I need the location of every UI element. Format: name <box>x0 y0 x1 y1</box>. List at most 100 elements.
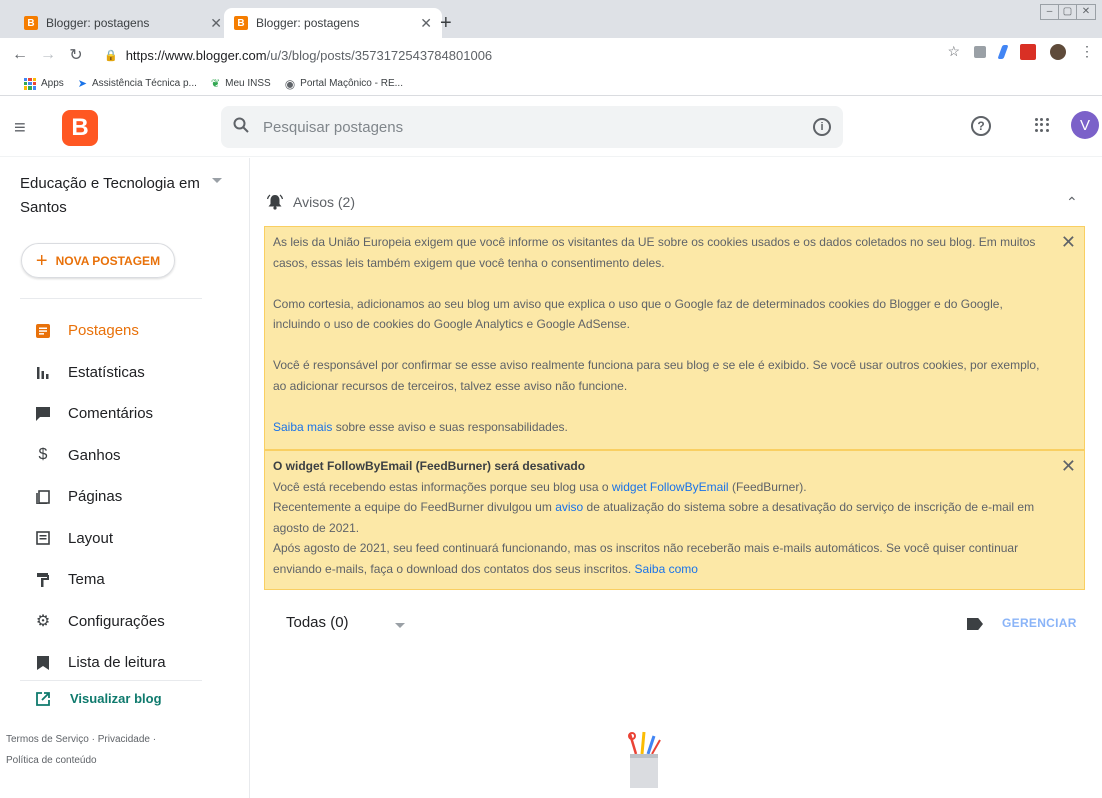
post-filter-dropdown[interactable]: Todas (0) <box>286 614 349 631</box>
bookmark-icon <box>36 655 50 670</box>
content-policy-link[interactable]: Política de conteúdo <box>6 755 97 766</box>
browser-toolbar: ← → ↻ 🔒 https://www.blogger.com/u/3/blog… <box>0 38 1102 72</box>
chevron-up-icon[interactable]: ⌃ <box>1066 194 1078 211</box>
close-icon[interactable]: ✕ <box>1061 457 1076 475</box>
sidebar-item-label: Postagens <box>68 322 139 340</box>
sidebar-item-tema[interactable]: Tema <box>0 559 250 601</box>
aviso-link[interactable]: aviso <box>555 500 583 514</box>
bookmark-item[interactable]: ◉ Portal Maçônico - RE... <box>285 77 403 91</box>
new-post-label: NOVA POSTAGEM <box>55 253 161 268</box>
avatar[interactable]: V <box>1071 111 1099 139</box>
blogger-favicon-icon: B <box>234 16 248 30</box>
bookmarks-bar: Apps ➤ Assistência Técnica p... ❦ Meu IN… <box>0 72 1102 96</box>
hamburger-menu-icon[interactable]: ≡ <box>14 117 26 140</box>
dollar-icon: $ <box>38 446 48 464</box>
pdf-extension-icon[interactable] <box>1020 43 1036 60</box>
sidebar-item-label: Configurações <box>68 612 165 630</box>
close-tab-icon[interactable]: ✕ <box>210 15 222 32</box>
notice-text: (FeedBurner). <box>728 479 807 494</box>
learn-more-link[interactable]: Saiba mais <box>273 420 332 434</box>
manage-button[interactable]: GERENCIAR <box>1002 616 1077 630</box>
bookmark-inss-icon: ❦ <box>210 78 221 90</box>
sidebar-item-layout[interactable]: Layout <box>0 518 250 560</box>
forward-arrow-icon[interactable]: → <box>34 46 62 64</box>
close-window-icon[interactable]: ✕ <box>1077 5 1095 19</box>
comments-icon <box>36 406 50 421</box>
stats-icon <box>36 365 50 380</box>
bookmark-item[interactable]: ➤ Assistência Técnica p... <box>78 77 197 90</box>
notice-text: sobre esse aviso e suas responsabilidade… <box>332 419 568 434</box>
notices-header[interactable]: Avisos (2) <box>266 194 355 210</box>
sidebar-nav: Postagens Estatísticas Comentários $ Gan… <box>0 310 250 684</box>
sidebar-item-label: Comentários <box>68 405 154 423</box>
help-icon[interactable]: ? <box>971 116 991 136</box>
maximize-icon[interactable]: ▢ <box>1059 5 1077 19</box>
notice-text: Você está recebendo estas informações po… <box>273 479 612 494</box>
bookmark-label: Apps <box>41 78 64 89</box>
browser-tab-active[interactable]: B Blogger: postagens ✕ <box>224 8 442 38</box>
view-blog-link[interactable]: Visualizar blog <box>36 691 162 706</box>
sidebar-item-estatisticas[interactable]: Estatísticas <box>0 352 250 394</box>
notice-paragraph: As leis da União Europeia exigem que voc… <box>273 235 1036 270</box>
blogger-logo-icon[interactable]: B <box>62 110 98 146</box>
url-path: /u/3/blog/posts/3573172543784801006 <box>266 47 493 63</box>
chevron-down-icon[interactable] <box>395 623 405 628</box>
label-icon[interactable] <box>967 618 983 630</box>
privacy-link[interactable]: Privacidade <box>98 734 150 745</box>
kebab-menu-icon[interactable]: ⋮ <box>1080 43 1094 60</box>
bookmark-apps[interactable]: Apps <box>24 77 64 90</box>
sidebar-item-paginas[interactable]: Páginas <box>0 476 250 518</box>
new-tab-icon[interactable]: + <box>440 13 452 33</box>
external-link-icon <box>36 691 50 706</box>
close-icon[interactable]: ✕ <box>1061 233 1076 251</box>
apps-grid-icon <box>24 77 36 90</box>
gear-icon: ⚙ <box>35 613 51 631</box>
profile-icon[interactable] <box>1050 43 1066 60</box>
notice-paragraph: Você está recebendo estas informações po… <box>273 477 1044 498</box>
sidebar-item-configuracoes[interactable]: ⚙ Configurações <box>0 601 250 643</box>
search-input[interactable] <box>263 118 813 136</box>
notice-paragraph: Você é responsável por confirmar se esse… <box>273 358 1040 393</box>
view-blog-label: Visualizar blog <box>70 691 162 706</box>
browser-tab[interactable]: B Blogger: postagens ✕ <box>14 8 232 38</box>
pages-icon <box>36 489 50 504</box>
close-tab-icon[interactable]: ✕ <box>420 15 432 32</box>
extension-feather-icon[interactable] <box>997 44 1009 59</box>
chevron-down-icon[interactable] <box>212 178 222 183</box>
back-arrow-icon[interactable]: ← <box>6 46 34 64</box>
notices-title: Avisos (2) <box>293 194 355 210</box>
star-icon[interactable]: ☆ <box>947 43 960 60</box>
followbyemail-link[interactable]: widget FollowByEmail <box>612 480 729 494</box>
info-icon[interactable]: i <box>813 118 831 136</box>
terms-link[interactable]: Termos de Serviço <box>6 734 89 745</box>
notice-text: Recentemente a equipe do FeedBurner divu… <box>273 500 556 514</box>
google-apps-icon[interactable] <box>1035 118 1049 132</box>
sidebar: Educação e Tecnologia em Santos + NOVA P… <box>0 158 250 798</box>
search-icon[interactable] <box>233 117 249 138</box>
bookmark-item[interactable]: ❦ Meu INSS <box>211 77 271 90</box>
notice-paragraph: Como cortesia, adicionamos ao seu blog u… <box>273 296 1003 332</box>
notice-paragraph: Recentemente a equipe do FeedBurner divu… <box>273 497 1044 538</box>
notice-paragraph: Após agosto de 2021, seu feed continuará… <box>273 538 1044 579</box>
plus-icon: + <box>35 249 48 272</box>
sidebar-item-comentarios[interactable]: Comentários <box>0 393 250 435</box>
sidebar-item-lista-de-leitura[interactable]: Lista de leitura <box>0 642 250 684</box>
extension-icon[interactable] <box>974 45 986 58</box>
sidebar-item-postagens[interactable]: Postagens <box>0 310 250 352</box>
separator: · <box>152 734 157 745</box>
new-post-button[interactable]: + NOVA POSTAGEM <box>21 243 175 278</box>
address-bar[interactable]: 🔒 https://www.blogger.com/u/3/blog/posts… <box>104 43 954 67</box>
globe-icon: ◉ <box>284 76 296 91</box>
window-controls: – ▢ ✕ <box>1040 4 1096 20</box>
blog-name[interactable]: Educação e Tecnologia em Santos <box>20 172 200 220</box>
sidebar-item-ganhos[interactable]: $ Ganhos <box>0 435 250 477</box>
minimize-icon[interactable]: – <box>1041 5 1059 19</box>
bookmark-label: Portal Maçônico - RE... <box>300 78 403 89</box>
main-content: Avisos (2) ⌃ ✕ As leis da União Europeia… <box>251 158 1102 798</box>
separator: · <box>91 734 95 745</box>
posts-icon <box>36 323 50 338</box>
learn-how-link[interactable]: Saiba como <box>635 562 698 576</box>
cookie-notice: ✕ As leis da União Europeia exigem que v… <box>264 226 1085 450</box>
reload-icon[interactable]: ↻ <box>62 45 90 65</box>
sidebar-item-label: Estatísticas <box>68 363 145 381</box>
